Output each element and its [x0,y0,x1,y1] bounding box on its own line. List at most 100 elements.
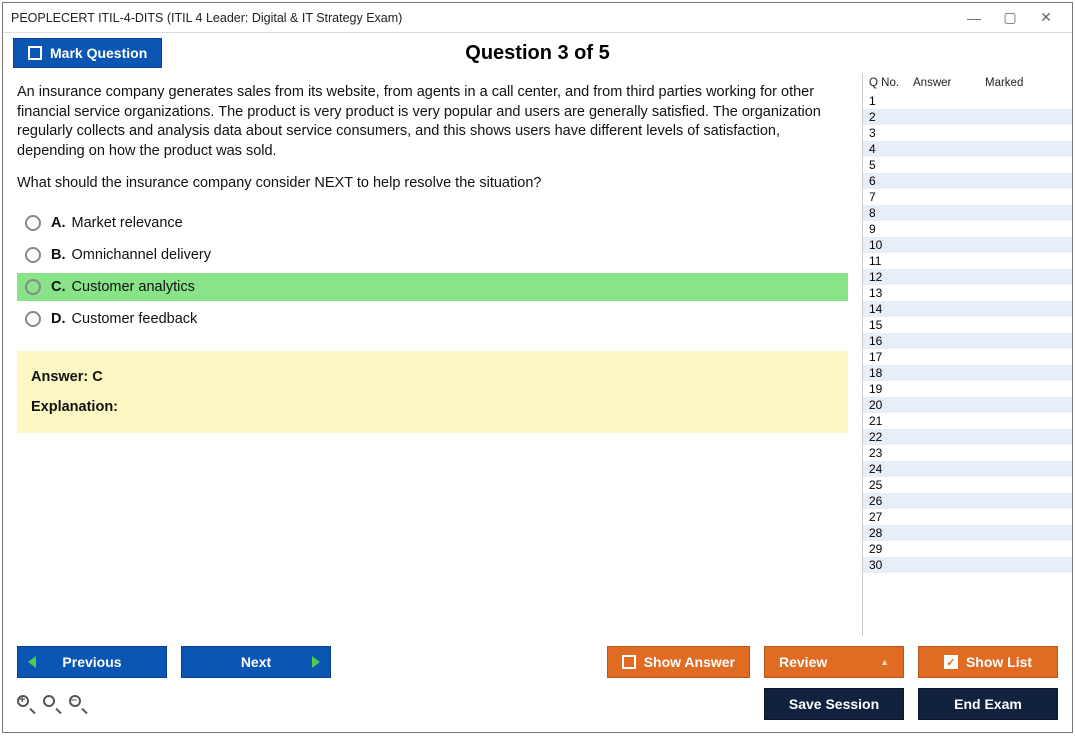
save-session-button[interactable]: Save Session [764,688,904,720]
qno-cell: 23 [869,446,913,460]
qno-cell: 18 [869,366,913,380]
maximize-icon[interactable]: ▢ [992,9,1028,26]
question-row[interactable]: 4 [863,141,1072,157]
question-row[interactable]: 17 [863,349,1072,365]
qno-cell: 30 [869,558,913,572]
previous-button[interactable]: Previous [17,646,167,678]
qno-cell: 14 [869,302,913,316]
qno-cell: 29 [869,542,913,556]
question-row[interactable]: 8 [863,205,1072,221]
question-row[interactable]: 29 [863,541,1072,557]
body: An insurance company generates sales fro… [3,73,1072,636]
question-row[interactable]: 10 [863,237,1072,253]
qno-cell: 17 [869,350,913,364]
zoom-reset-icon[interactable] [43,695,61,713]
qno-cell: 12 [869,270,913,284]
show-list-button[interactable]: ✓ Show List [918,646,1058,678]
option-text: B. Omnichannel delivery [51,247,211,263]
question-row[interactable]: 21 [863,413,1072,429]
question-row[interactable]: 5 [863,157,1072,173]
end-exam-button[interactable]: End Exam [918,688,1058,720]
option-text: D. Customer feedback [51,311,197,327]
window-title: PEOPLECERT ITIL-4-DITS (ITIL 4 Leader: D… [11,11,956,25]
minimize-icon[interactable]: — [956,10,992,26]
question-row[interactable]: 22 [863,429,1072,445]
previous-label: Previous [62,654,121,670]
question-followup: What should the insurance company consid… [17,175,848,191]
question-row[interactable]: 18 [863,365,1072,381]
question-row[interactable]: 1 [863,93,1072,109]
zoom-in-icon[interactable]: + [17,695,35,713]
question-list-header: Q No. Answer Marked [863,73,1072,93]
radio-icon [25,215,41,231]
question-row[interactable]: 15 [863,317,1072,333]
question-row[interactable]: 13 [863,285,1072,301]
radio-icon [25,279,41,295]
mark-question-label: Mark Question [50,45,147,61]
qno-cell: 16 [869,334,913,348]
question-row[interactable]: 3 [863,125,1072,141]
question-row[interactable]: 30 [863,557,1072,573]
question-header: Question 3 of 5 [3,42,1072,65]
footer: Previous Next Show Answer Review ▲ ✓ Sho… [3,636,1072,732]
qno-cell: 13 [869,286,913,300]
qno-cell: 24 [869,462,913,476]
question-row[interactable]: 25 [863,477,1072,493]
qno-cell: 20 [869,398,913,412]
question-row[interactable]: 27 [863,509,1072,525]
mark-question-button[interactable]: Mark Question [13,38,162,68]
question-row[interactable]: 2 [863,109,1072,125]
qno-cell: 27 [869,510,913,524]
question-row[interactable]: 23 [863,445,1072,461]
chevron-up-icon: ▲ [880,657,889,667]
radio-icon [25,311,41,327]
question-row[interactable]: 24 [863,461,1072,477]
question-list-panel: Q No. Answer Marked 12345678910111213141… [862,73,1072,636]
question-row[interactable]: 7 [863,189,1072,205]
qno-cell: 21 [869,414,913,428]
footer-row-2: + – Save Session End Exam [17,688,1058,720]
review-button[interactable]: Review ▲ [764,646,904,678]
option-a[interactable]: A. Market relevance [17,209,848,237]
option-b[interactable]: B. Omnichannel delivery [17,241,848,269]
question-text: An insurance company generates sales fro… [17,83,848,161]
options-list: A. Market relevance B. Omnichannel delive… [17,209,848,333]
option-text: C. Customer analytics [51,279,195,295]
qno-cell: 4 [869,142,913,156]
zoom-out-icon[interactable]: – [69,695,87,713]
option-d[interactable]: D. Customer feedback [17,305,848,333]
qno-cell: 11 [869,254,913,268]
question-row[interactable]: 12 [863,269,1072,285]
qno-cell: 26 [869,494,913,508]
qno-cell: 15 [869,318,913,332]
option-text: A. Market relevance [51,215,183,231]
question-row[interactable]: 19 [863,381,1072,397]
arrow-right-icon [312,656,320,668]
checkbox-icon [28,46,42,60]
question-row[interactable]: 11 [863,253,1072,269]
question-row[interactable]: 9 [863,221,1072,237]
qno-cell: 1 [869,94,913,108]
question-row[interactable]: 20 [863,397,1072,413]
checkbox-checked-icon: ✓ [944,655,958,669]
show-answer-button[interactable]: Show Answer [607,646,750,678]
question-row[interactable]: 16 [863,333,1072,349]
question-row[interactable]: 14 [863,301,1072,317]
question-list[interactable]: 1234567891011121314151617181920212223242… [863,93,1072,636]
app-window: PEOPLECERT ITIL-4-DITS (ITIL 4 Leader: D… [2,2,1073,733]
option-c[interactable]: C. Customer analytics [17,273,848,301]
question-row[interactable]: 26 [863,493,1072,509]
qno-cell: 10 [869,238,913,252]
radio-icon [25,247,41,263]
question-panel: An insurance company generates sales fro… [3,73,862,636]
save-session-label: Save Session [789,696,879,712]
question-row[interactable]: 28 [863,525,1072,541]
qno-cell: 5 [869,158,913,172]
question-row[interactable]: 6 [863,173,1072,189]
answer-box: Answer: C Explanation: [17,351,848,433]
title-bar: PEOPLECERT ITIL-4-DITS (ITIL 4 Leader: D… [3,3,1072,33]
close-icon[interactable]: ✕ [1028,9,1064,26]
qno-cell: 22 [869,430,913,444]
top-bar: Mark Question Question 3 of 5 [3,33,1072,73]
next-button[interactable]: Next [181,646,331,678]
